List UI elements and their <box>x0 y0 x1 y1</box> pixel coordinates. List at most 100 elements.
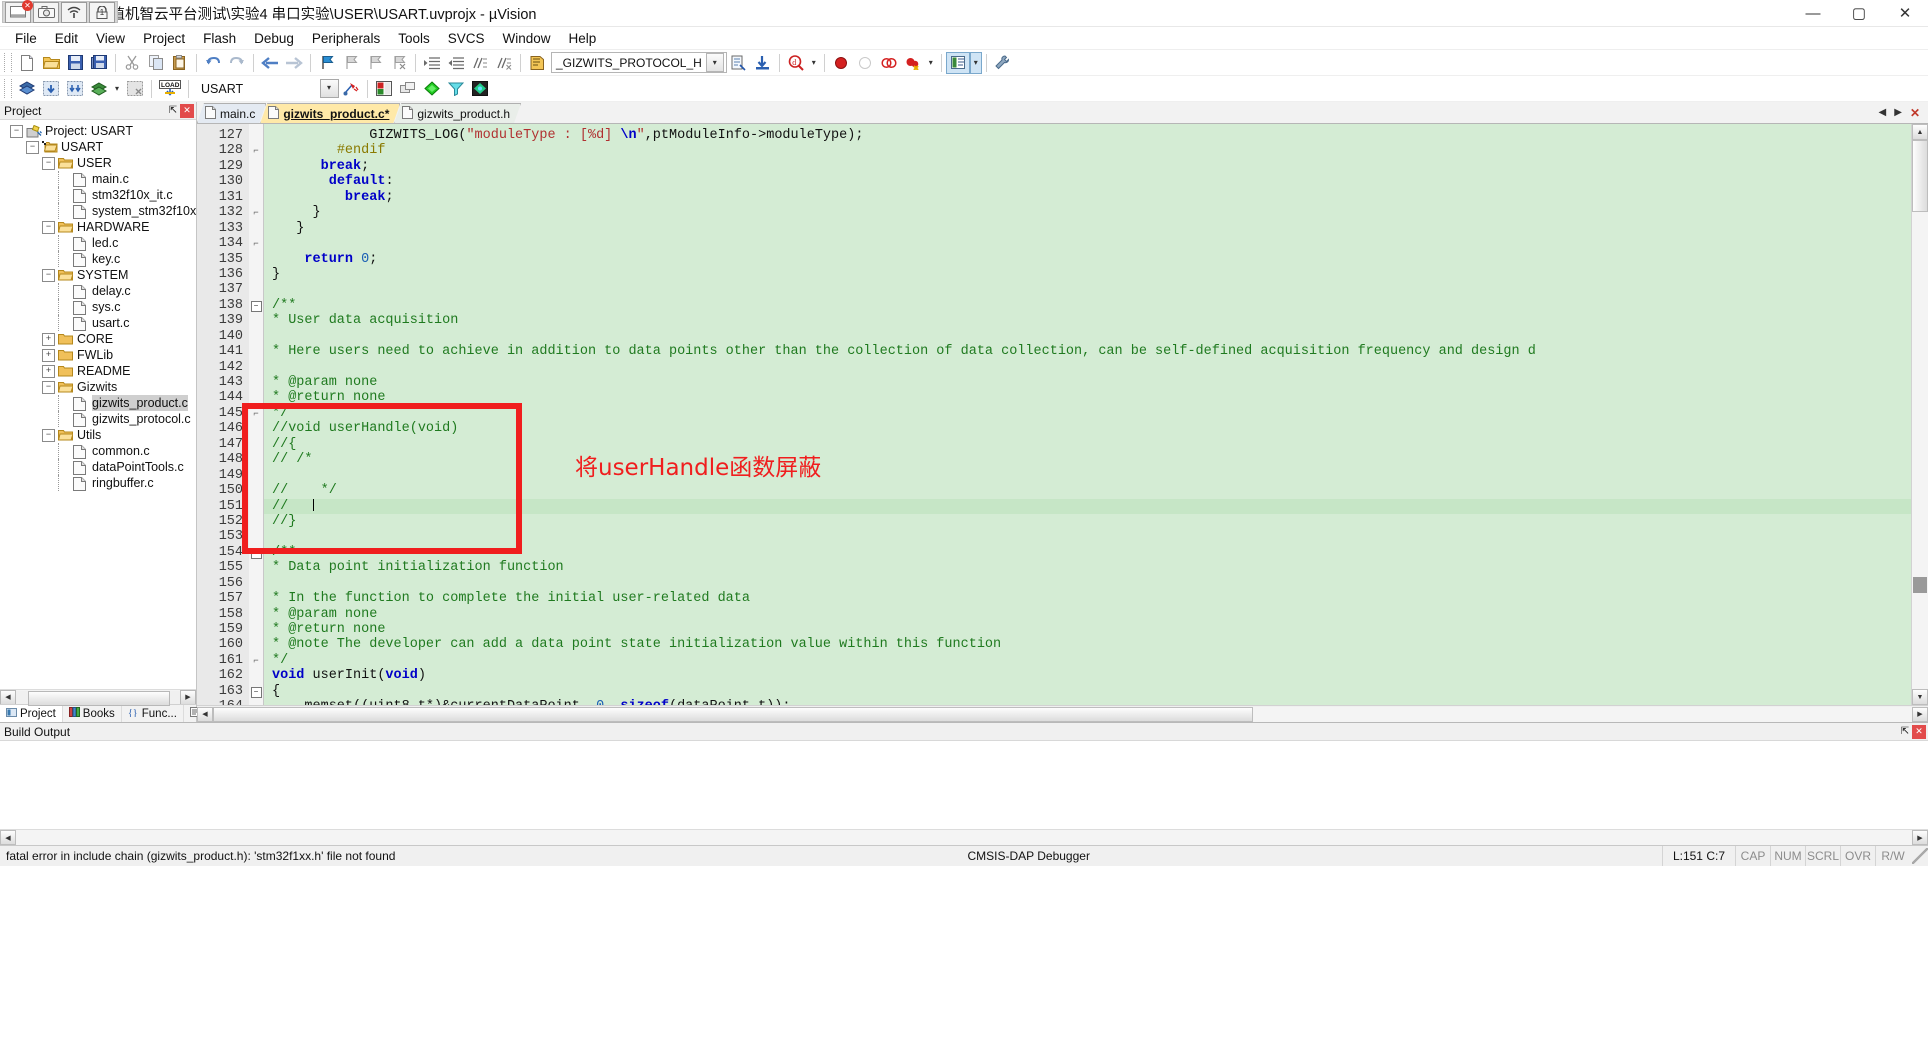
project-pane-tabs[interactable]: ProjectBooks{}Func...Temp... <box>0 704 249 722</box>
menu-tools[interactable]: Tools <box>389 29 439 48</box>
multi-project-icon[interactable] <box>396 78 420 100</box>
build-icon[interactable] <box>15 78 39 100</box>
code-line[interactable]: // /* <box>264 452 1911 467</box>
tree-node[interactable]: system_stm32f10x.c <box>0 203 196 219</box>
indent-icon[interactable] <box>420 52 444 74</box>
hscroll-track[interactable] <box>16 690 180 706</box>
code-line[interactable]: * Data point initialization function <box>264 560 1911 575</box>
fold-marker[interactable] <box>249 514 263 529</box>
fold-marker[interactable] <box>249 468 263 483</box>
new-target-icon[interactable] <box>420 78 444 100</box>
fold-marker[interactable] <box>249 437 263 452</box>
bookmark-clear-icon[interactable] <box>387 52 411 74</box>
close-tab-icon[interactable]: ✕ <box>1910 106 1920 120</box>
code-line[interactable] <box>264 282 1911 297</box>
code-line[interactable]: memset((uint8_t*)&currentDataPoint, 0, s… <box>264 699 1911 705</box>
project-tree[interactable]: − Project: USART − USART − USER main.c stm32f10… <box>0 120 196 689</box>
uncomment-icon[interactable] <box>492 52 516 74</box>
project-pane-tab-books[interactable]: Books <box>63 705 122 722</box>
bookmark-next-icon[interactable] <box>363 52 387 74</box>
tree-node[interactable]: + FWLib <box>0 347 196 363</box>
tree-expander[interactable]: − <box>42 268 55 282</box>
code-line[interactable]: break; <box>264 159 1911 174</box>
hscroll-track-editor[interactable] <box>213 706 1912 722</box>
project-pane-tab-project[interactable]: Project <box>0 705 63 722</box>
code-line[interactable]: * @param none <box>264 607 1911 622</box>
editor-tab-gizwits-product-c-[interactable]: gizwits_product.c* <box>260 103 400 123</box>
tree-node[interactable]: − Project: USART <box>0 123 196 139</box>
fold-marker[interactable] <box>249 252 263 267</box>
code-editor[interactable]: 127 128 129 130 131 132 133 134 135 136 137 138 139 1… <box>197 124 1928 705</box>
tree-node[interactable]: common.c <box>0 443 196 459</box>
build-hscroll-track[interactable] <box>16 830 1912 845</box>
fold-marker[interactable] <box>249 591 263 606</box>
fold-marker[interactable] <box>249 668 263 683</box>
editor-tabstrip[interactable]: main.c gizwits_product.c* gizwits_product.… <box>197 102 1928 124</box>
goto-definition-icon[interactable] <box>727 52 751 74</box>
fold-marker[interactable]: ⌐ <box>249 143 263 158</box>
close-icon-build[interactable]: ✕ <box>1912 724 1926 739</box>
batch-dropdown-icon[interactable]: ▾ <box>111 78 123 100</box>
pin-icon[interactable]: ⇱ <box>166 104 180 118</box>
save-icon[interactable] <box>63 52 87 74</box>
code-line[interactable] <box>264 468 1911 483</box>
code-line[interactable] <box>264 236 1911 251</box>
fold-marker[interactable] <box>249 190 263 205</box>
fold-marker[interactable] <box>249 529 263 544</box>
code-line[interactable]: default: <box>264 174 1911 189</box>
fold-marker[interactable] <box>249 499 263 514</box>
tree-node[interactable]: − SYSTEM <box>0 267 196 283</box>
resize-grip[interactable] <box>1912 848 1928 864</box>
packs-icon[interactable] <box>468 78 492 100</box>
menu-view[interactable]: View <box>87 29 134 48</box>
menu-flash[interactable]: Flash <box>194 29 245 48</box>
tree-node[interactable]: key.c <box>0 251 196 267</box>
menu-edit[interactable]: Edit <box>46 29 87 48</box>
project-tree-hscrollbar[interactable]: ◀ ▶ <box>0 689 196 706</box>
fold-marker[interactable] <box>249 267 263 282</box>
code-line[interactable]: #endif <box>264 143 1911 158</box>
comment-icon[interactable] <box>468 52 492 74</box>
menu-help[interactable]: Help <box>560 29 606 48</box>
tree-node[interactable]: ringbuffer.c <box>0 475 196 491</box>
hscroll-thumb[interactable] <box>28 690 170 706</box>
tree-node[interactable]: − USART <box>0 139 196 155</box>
fold-marker[interactable]: ⌐ <box>249 406 263 421</box>
outdent-icon[interactable] <box>444 52 468 74</box>
screen-icon[interactable]: ✕ <box>5 0 33 23</box>
breakpoint-icon[interactable] <box>877 52 901 74</box>
code-line[interactable]: * In the function to complete the initia… <box>264 591 1911 606</box>
find-in-files-icon[interactable] <box>525 52 549 74</box>
breakpoint-clear-icon[interactable] <box>901 52 925 74</box>
config-wizard-icon[interactable] <box>991 52 1015 74</box>
fold-marker[interactable] <box>249 421 263 436</box>
hscroll-left-icon[interactable]: ◀ <box>0 689 16 705</box>
tree-expander[interactable]: + <box>42 348 55 362</box>
tree-expander[interactable]: − <box>42 428 55 442</box>
target-options-icon[interactable] <box>339 78 363 100</box>
code-line[interactable]: * @param none <box>264 375 1911 390</box>
open-file-icon[interactable] <box>39 52 63 74</box>
code-line[interactable]: */ <box>264 406 1911 421</box>
tree-node[interactable]: gizwits_protocol.c <box>0 411 196 427</box>
vscroll-down-icon[interactable]: ▼ <box>1912 689 1928 705</box>
tabstrip-controls[interactable]: ◀ ▶ ✕ <box>1879 102 1928 123</box>
editor-hscrollbar[interactable]: ◀ ▶ <box>197 705 1928 722</box>
code-line[interactable]: } <box>264 221 1911 236</box>
fold-marker[interactable] <box>249 560 263 575</box>
insert-icon[interactable] <box>751 52 775 74</box>
menu-svcs[interactable]: SVCS <box>439 29 494 48</box>
pin-icon-build[interactable]: ⇱ <box>1898 725 1912 739</box>
hscroll-right-icon-editor[interactable]: ▶ <box>1912 706 1928 722</box>
code-line[interactable]: //void userHandle(void) <box>264 421 1911 436</box>
code-line[interactable]: // */ <box>264 483 1911 498</box>
menu-debug[interactable]: Debug <box>245 29 303 48</box>
find-icon[interactable]: d <box>784 52 808 74</box>
tree-node[interactable]: dataPointTools.c <box>0 459 196 475</box>
fold-marker[interactable] <box>249 174 263 189</box>
fold-marker[interactable] <box>249 128 263 143</box>
hscroll-thumb-editor[interactable] <box>213 706 1253 722</box>
tree-node[interactable]: stm32f10x_it.c <box>0 187 196 203</box>
code-line[interactable]: // <box>264 498 1911 514</box>
redo-icon[interactable] <box>225 52 249 74</box>
